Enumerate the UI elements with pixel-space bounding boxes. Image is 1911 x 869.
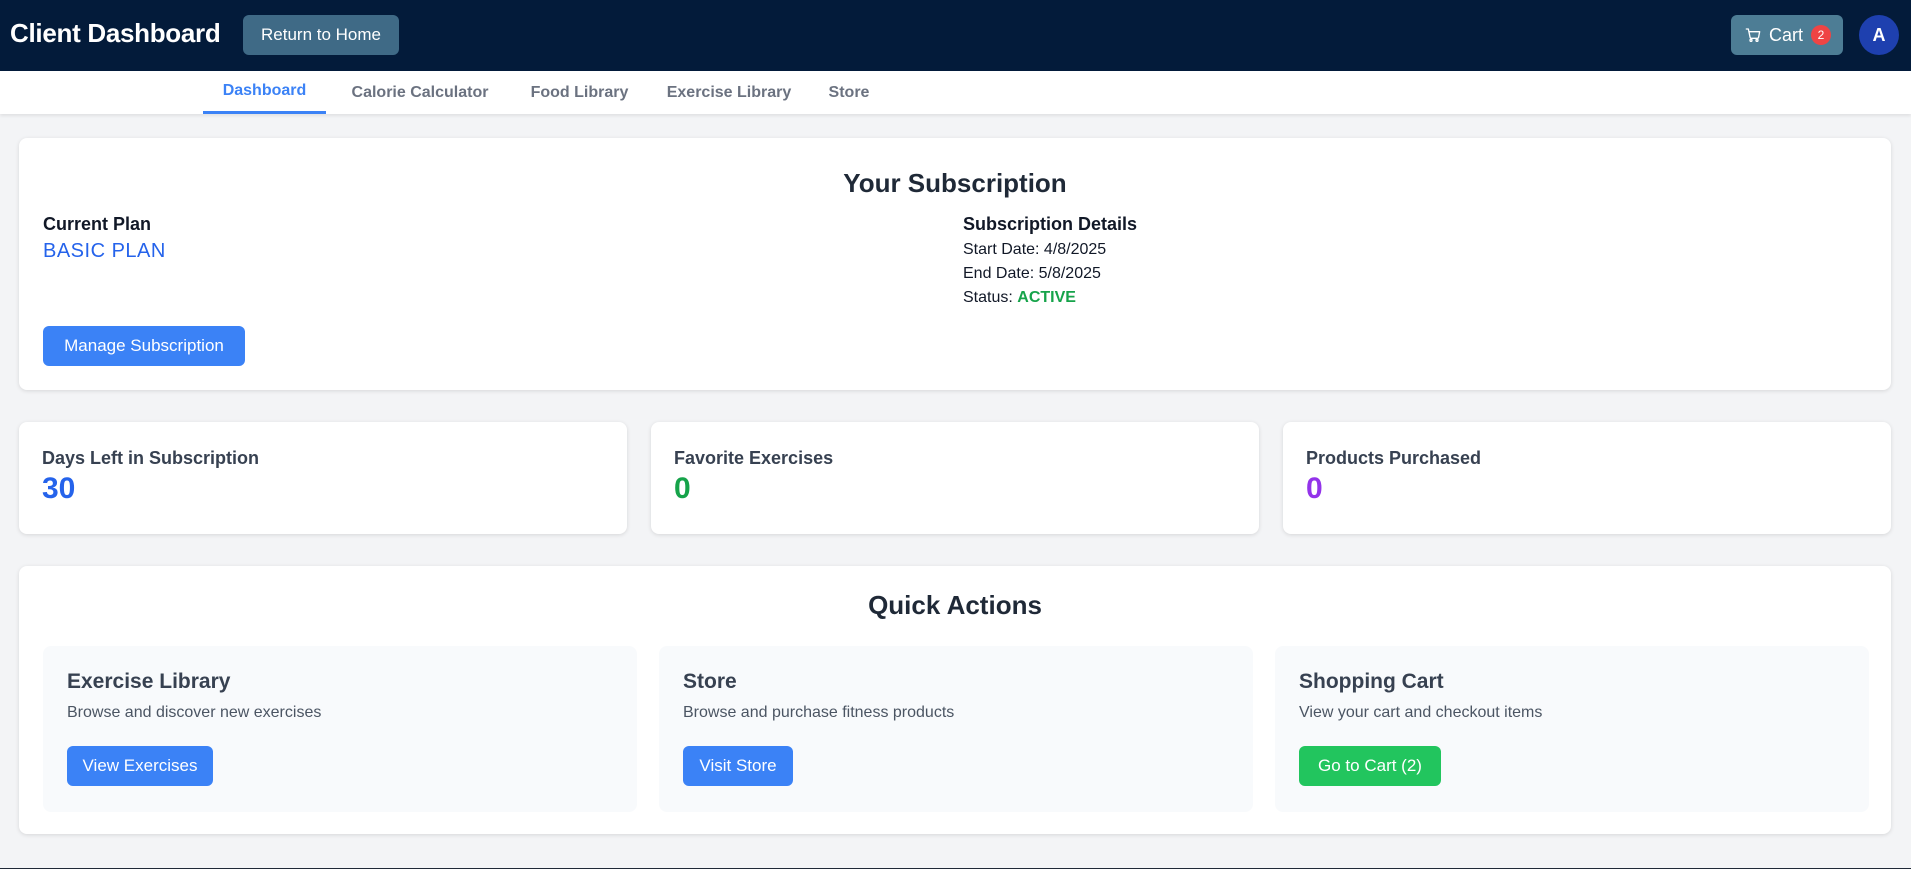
go-to-cart-button[interactable]: Go to Cart (2) (1299, 746, 1441, 786)
stat-value: 30 (42, 472, 76, 505)
tab-food-library[interactable]: Food Library (517, 71, 642, 114)
view-exercises-button[interactable]: View Exercises (67, 746, 213, 786)
return-home-button[interactable]: Return to Home (243, 15, 399, 55)
subscription-heading: Your Subscription (843, 168, 1067, 198)
end-date: End Date: 5/8/2025 (963, 265, 1101, 282)
stat-label: Products Purchased (1306, 448, 1482, 468)
quick-actions-card: Quick Actions Exercise Library Browse an… (19, 566, 1891, 834)
stat-label: Favorite Exercises (674, 448, 834, 468)
status-badge: ACTIVE (1017, 289, 1076, 306)
stat-card-products-purchased: Products Purchased 0 (1283, 422, 1891, 534)
app-title: Client Dashboard (10, 18, 221, 48)
subscription-status: Status: ACTIVE (963, 286, 1076, 310)
tab-exercise-library[interactable]: Exercise Library (654, 71, 804, 114)
cart-count-badge: 2 (1811, 25, 1832, 45)
tab-store[interactable]: Store (818, 71, 880, 114)
cart-icon (1745, 27, 1761, 43)
tab-dashboard[interactable]: Dashboard (203, 71, 326, 114)
stat-value: 0 (674, 472, 691, 505)
subscription-details-label: Subscription Details (963, 214, 1138, 234)
stat-label: Days Left in Subscription (42, 448, 260, 468)
nav-tabs: Dashboard Calorie Calculator Food Librar… (0, 71, 1911, 114)
status-label: Status: (963, 289, 1013, 306)
stat-value: 0 (1306, 472, 1323, 505)
quick-action-title: Shopping Cart (1299, 670, 1444, 693)
avatar[interactable]: A (1859, 15, 1899, 55)
subscription-card: Your Subscription Current Plan BASIC PLA… (19, 138, 1891, 390)
quick-actions-heading: Quick Actions (868, 590, 1042, 620)
quick-action-title: Exercise Library (67, 670, 231, 693)
quick-action-title: Store (683, 670, 737, 693)
quick-action-description: Browse and discover new exercises (67, 704, 322, 721)
tab-calorie-calculator[interactable]: Calorie Calculator (335, 71, 505, 114)
current-plan-label: Current Plan (43, 214, 152, 234)
cart-label: Cart (1769, 24, 1804, 45)
quick-action-store: Store Browse and purchase fitness produc… (659, 646, 1253, 812)
stat-card-days-left: Days Left in Subscription 30 (19, 422, 627, 534)
quick-action-shopping-cart: Shopping Cart View your cart and checkou… (1275, 646, 1869, 812)
cart-button[interactable]: Cart 2 (1731, 15, 1843, 55)
top-header: Client Dashboard Return to Home Cart 2 A (0, 0, 1911, 71)
quick-action-exercise-library: Exercise Library Browse and discover new… (43, 646, 637, 812)
manage-subscription-button[interactable]: Manage Subscription (43, 326, 245, 366)
stat-card-favorite-exercises: Favorite Exercises 0 (651, 422, 1259, 534)
quick-action-description: Browse and purchase fitness products (683, 704, 955, 721)
plan-name: BASIC PLAN (43, 240, 166, 262)
quick-action-description: View your cart and checkout items (1299, 704, 1543, 721)
start-date: Start Date: 4/8/2025 (963, 241, 1107, 258)
visit-store-button[interactable]: Visit Store (683, 746, 793, 786)
